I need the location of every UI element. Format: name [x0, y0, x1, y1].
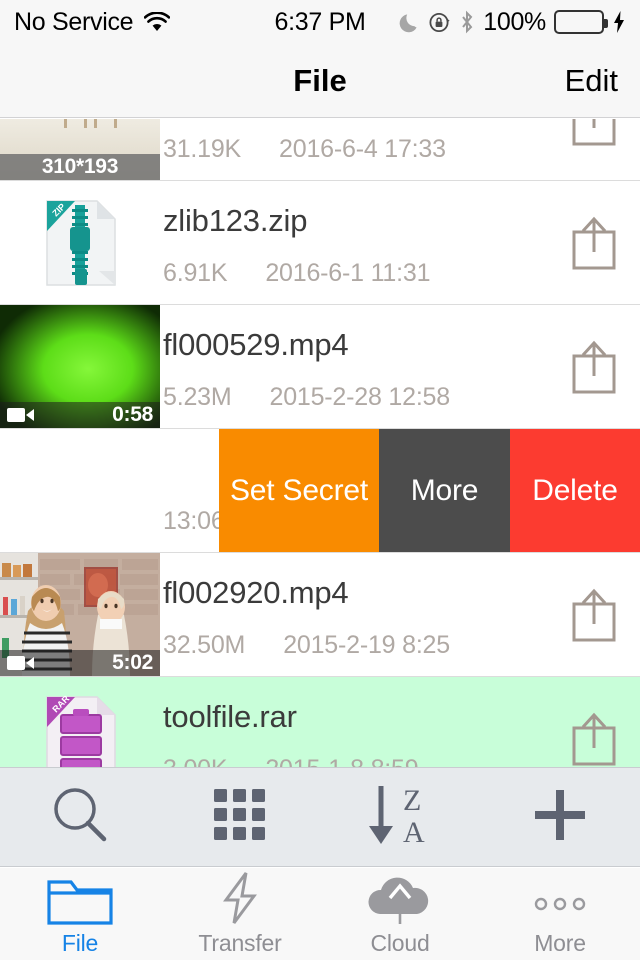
video-thumbnail: 0:58	[0, 305, 160, 428]
status-bar: No Service 6:37 PM 100%	[0, 0, 640, 44]
search-icon	[48, 783, 112, 852]
sort-button[interactable]: Z A	[320, 767, 480, 867]
file-date: 2015-2-19 8:25	[283, 631, 450, 659]
share-icon[interactable]	[570, 588, 618, 642]
tab-file[interactable]: File	[0, 868, 160, 960]
share-icon[interactable]	[570, 216, 618, 270]
status-right: 100%	[398, 8, 626, 37]
grid-view-icon	[210, 785, 270, 850]
search-button[interactable]	[0, 767, 160, 867]
nav-bar: File Edit	[0, 44, 640, 118]
share-icon[interactable]	[570, 119, 618, 146]
status-left: No Service	[14, 7, 171, 37]
table-row[interactable]: ZIP zlib123.zip 6.91K 2016-6-1 11:31	[0, 181, 640, 305]
clock-label: 6:37 PM	[274, 7, 366, 36]
file-name: fl000529.mp4	[163, 327, 349, 362]
file-name: fl002920.mp4	[163, 575, 349, 610]
file-size: 6.91K	[163, 259, 228, 287]
rotation-lock-icon	[428, 11, 451, 34]
file-size: 5.23M	[163, 383, 232, 411]
cloud-upload-icon	[364, 876, 436, 926]
video-camera-icon	[7, 406, 35, 424]
add-button[interactable]	[480, 767, 640, 867]
svg-text:Z: Z	[403, 784, 421, 817]
battery-icon	[554, 10, 608, 34]
file-meta: 5.23M 2015-2-28 12:58	[163, 383, 450, 412]
tab-label: Cloud	[370, 929, 430, 956]
share-icon[interactable]	[570, 712, 618, 766]
image-dimensions-badge: 310*193	[0, 154, 160, 180]
file-date: 2015-1-8 8:59	[265, 755, 418, 767]
battery-percent-label: 100%	[483, 7, 546, 36]
file-meta: 13:06	[163, 507, 225, 536]
swipe-action-bar[interactable]: Set Secret More Delete	[219, 429, 640, 552]
tab-label: Transfer	[198, 929, 282, 956]
zip-file-icon: ZIP	[0, 181, 160, 304]
tab-label: File	[61, 929, 99, 956]
file-date: 2015-2-28 12:58	[269, 383, 450, 411]
tab-label: More	[534, 929, 586, 956]
file-list[interactable]: 310*193 31.19K 2016-6-4 17:33 ZIP zlib12…	[0, 119, 640, 767]
table-row[interactable]: 5:02 fl002920.mp4 32.50M 2015-2-19 8:25	[0, 553, 640, 677]
lightning-bolt-icon	[612, 10, 626, 34]
table-row[interactable]: 310*193 31.19K 2016-6-4 17:33	[0, 119, 640, 181]
file-size: 31.19K	[163, 135, 242, 163]
carrier-label: No Service	[14, 7, 134, 36]
plus-icon	[529, 784, 591, 851]
image-thumbnail: 310*193	[0, 119, 160, 180]
ellipsis-icon	[529, 876, 591, 926]
tab-bar[interactable]: File Transfer Cloud More	[0, 868, 640, 960]
file-date: 13:06	[163, 507, 225, 535]
moon-icon	[398, 11, 420, 33]
file-size: 3.00K	[163, 755, 228, 767]
more-button[interactable]: More	[379, 429, 510, 552]
delete-button[interactable]: Delete	[510, 429, 640, 552]
file-name: toolfile.rar	[163, 699, 297, 734]
tab-cloud[interactable]: Cloud	[320, 868, 480, 960]
lightning-bolt-icon	[216, 871, 264, 926]
table-row-selected[interactable]: RAR toolfile.rar 3.00K 2015-1-8 8:59	[0, 677, 640, 767]
share-icon[interactable]	[570, 340, 618, 394]
file-meta: 6.91K 2016-6-1 11:31	[163, 259, 430, 288]
grid-view-button[interactable]	[160, 767, 320, 867]
table-row-swiped[interactable]: 13:06 Set Secret More Delete	[0, 429, 640, 553]
folder-icon	[46, 876, 114, 926]
set-secret-button[interactable]: Set Secret	[219, 429, 379, 552]
file-meta: 3.00K 2015-1-8 8:59	[163, 755, 419, 767]
bluetooth-icon	[459, 10, 475, 34]
edit-button[interactable]: Edit	[565, 63, 618, 99]
bottom-toolbar[interactable]: Z A	[0, 767, 640, 867]
sort-za-icon: Z A	[361, 782, 439, 853]
file-meta: 32.50M 2015-2-19 8:25	[163, 631, 450, 660]
page-title: File	[293, 62, 347, 98]
wifi-icon	[144, 12, 171, 32]
svg-text:A: A	[403, 816, 425, 848]
file-meta: 31.19K 2016-6-4 17:33	[163, 135, 446, 164]
tab-transfer[interactable]: Transfer	[160, 868, 320, 960]
tab-more[interactable]: More	[480, 868, 640, 960]
video-thumbnail: 5:02	[0, 553, 160, 676]
file-name: zlib123.zip	[163, 203, 308, 238]
rar-file-icon: RAR	[0, 677, 160, 767]
file-date: 2016-6-1 11:31	[265, 259, 431, 287]
video-camera-icon	[7, 654, 35, 672]
table-row[interactable]: 0:58 fl000529.mp4 5.23M 2015-2-28 12:58	[0, 305, 640, 429]
file-size: 32.50M	[163, 631, 246, 659]
file-date: 2016-6-4 17:33	[279, 135, 446, 163]
